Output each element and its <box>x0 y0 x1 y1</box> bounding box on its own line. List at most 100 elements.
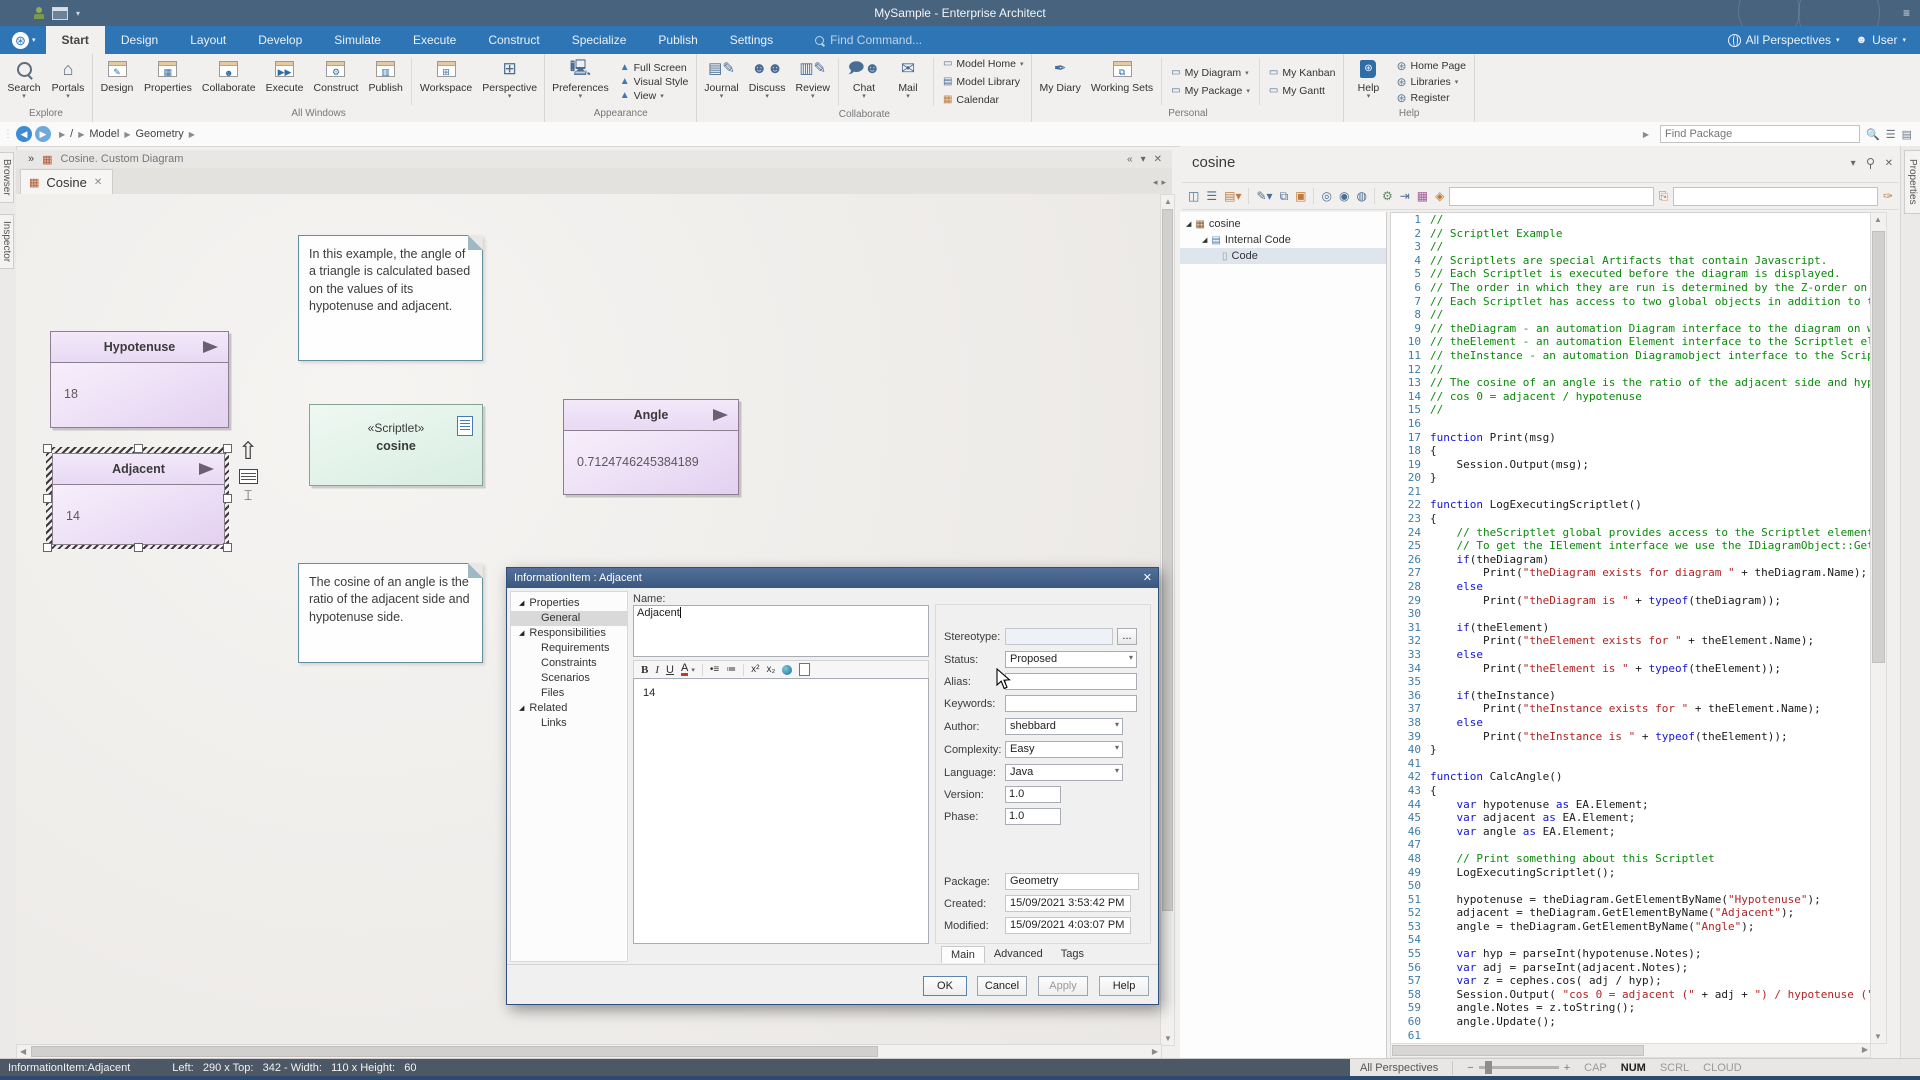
close-icon[interactable]: ✕ <box>1154 154 1162 165</box>
model-library-button[interactable]: ▤ Model Library <box>943 74 1024 90</box>
zoom-in-icon[interactable]: + <box>1564 1062 1570 1074</box>
tab-tags[interactable]: Tags <box>1052 946 1093 963</box>
status-select[interactable]: Proposed <box>1005 651 1137 668</box>
new-script-icon[interactable]: ▤▾ <box>1222 189 1243 203</box>
tree-item-internal-code[interactable]: ◢ ▤ Internal Code <box>1180 232 1386 248</box>
dialog-title-bar[interactable]: InformationItem : Adjacent ✕ <box>507 568 1158 588</box>
stereotype-input[interactable] <box>1005 628 1113 645</box>
back-button[interactable]: ◀ <box>16 126 32 142</box>
nav-properties[interactable]: ◢Properties <box>511 596 627 611</box>
nav-scenarios[interactable]: Scenarios <box>511 671 627 686</box>
script-filter-input[interactable] <box>1673 187 1878 206</box>
breadcrumb-geometry[interactable]: Geometry <box>136 128 184 140</box>
group-view-icon[interactable]: ◫ <box>1186 189 1201 203</box>
collapse-left-icon[interactable]: « <box>1127 154 1133 165</box>
run-script-icon[interactable]: ⚙ <box>1380 189 1395 203</box>
zoom-slider[interactable]: − + <box>1467 1062 1570 1074</box>
expand-triangle-icon[interactable]: ◢ <box>1202 236 1207 244</box>
perspective-button[interactable]: ⊞ Perspective ▾ <box>477 56 542 107</box>
review-button[interactable]: ▥✎ Review ▾ <box>791 56 835 108</box>
view-button[interactable]: ▲ View ▾ <box>620 90 689 102</box>
tab-settings[interactable]: Settings <box>714 26 789 54</box>
discuss-button[interactable]: ☻☻ Discuss ▾ <box>744 56 791 108</box>
close-icon[interactable]: ✕ <box>1143 571 1152 584</box>
zoom-icon[interactable]: ◍ <box>1354 189 1368 203</box>
tab-cosine-diagram[interactable]: ▦ Cosine ✕ <box>20 169 113 194</box>
copy-icon[interactable]: ⧉ <box>1278 189 1291 204</box>
tab-design[interactable]: Design <box>105 26 174 54</box>
nav-responsibilities[interactable]: ◢Responsibilities <box>511 626 627 641</box>
superscript-button[interactable]: x² <box>751 664 759 675</box>
hyperlink-globe-button[interactable] <box>782 665 792 675</box>
perspectives-selector[interactable]: All Perspectives ▾ <box>1728 33 1840 47</box>
step-icon[interactable]: ⇥ <box>1398 189 1412 203</box>
element-scriptlet-cosine[interactable]: «Scriptlet» cosine <box>309 404 483 486</box>
tab-construct[interactable]: Construct <box>472 26 555 54</box>
hamburger-menu-icon[interactable]: ☰ <box>1886 128 1896 141</box>
tab-inspector[interactable]: Inspector <box>0 214 14 269</box>
expand-triangle-icon[interactable]: ◢ <box>1186 220 1191 228</box>
nav-constraints[interactable]: Constraints <box>511 656 627 671</box>
code-editor[interactable]: 1//2// Scriptlet Example3//4// Scriptlet… <box>1390 212 1871 1044</box>
tab-start[interactable]: Start <box>46 26 105 54</box>
help-button[interactable]: Help <box>1099 976 1149 996</box>
complexity-select[interactable]: Easy <box>1005 741 1123 758</box>
working-sets-button[interactable]: ⧉ Working Sets <box>1086 56 1158 107</box>
find-package-input[interactable] <box>1660 125 1860 143</box>
keywords-input[interactable] <box>1005 695 1137 712</box>
canvas-horizontal-scrollbar[interactable]: ◀ ▶ <box>16 1044 1162 1059</box>
find-in-files-icon[interactable]: ◉ <box>1337 189 1351 203</box>
portals-button[interactable]: ⌂ Portals ▾ <box>46 56 90 107</box>
tab-properties[interactable]: Properties <box>1904 150 1920 214</box>
alias-input[interactable] <box>1005 673 1137 690</box>
grid-icon[interactable]: ▦ <box>1415 189 1430 203</box>
note-element-cosine[interactable]: The cosine of an angle is the ratio of t… <box>298 563 483 663</box>
construct-window-button[interactable]: ⚙ Construct <box>309 56 364 107</box>
zoom-out-icon[interactable]: − <box>1467 1062 1473 1074</box>
close-icon[interactable]: ✕ <box>94 177 102 188</box>
tab-simulate[interactable]: Simulate <box>318 26 397 54</box>
journal-button[interactable]: ▤✎ Journal ▾ <box>699 56 743 108</box>
chat-button[interactable]: 🗩☻ Chat ▾ <box>842 56 886 108</box>
ok-button[interactable]: OK <box>923 976 967 996</box>
language-select[interactable]: Java <box>1005 764 1123 781</box>
code-vertical-scrollbar[interactable]: ▲ ▼ <box>1870 212 1887 1044</box>
tab-main[interactable]: Main <box>941 946 985 963</box>
chevron-down-icon[interactable]: ▾ <box>1851 158 1856 169</box>
tree-item-code[interactable]: ▯ Code <box>1180 248 1386 264</box>
script-search-input[interactable] <box>1449 187 1654 206</box>
user-avatar-icon[interactable] <box>34 7 44 19</box>
bullet-list-button[interactable]: •≡ <box>710 664 719 675</box>
publish-window-button[interactable]: ▥ Publish <box>363 56 407 107</box>
chevron-down-icon[interactable]: ▾ <box>1141 154 1146 165</box>
tab-develop[interactable]: Develop <box>242 26 318 54</box>
forward-button[interactable]: ▶ <box>35 126 51 142</box>
tab-execute[interactable]: Execute <box>397 26 472 54</box>
tab-publish[interactable]: Publish <box>642 26 713 54</box>
phase-input[interactable]: 1.0 <box>1005 808 1061 825</box>
notes-input[interactable]: 14 <box>633 678 929 944</box>
home-page-button[interactable]: ⊛ Home Page <box>1396 59 1466 73</box>
font-color-button[interactable]: A <box>681 664 688 676</box>
quicklink-arrow-icon[interactable]: ⇧ <box>238 440 258 464</box>
numbered-list-button[interactable]: ≔ <box>726 664 736 675</box>
element-angle[interactable]: Angle 0.7124746245384189 <box>563 399 739 495</box>
bold-button[interactable]: B <box>641 664 648 676</box>
help-button[interactable]: ⊛ Help ▾ <box>1346 56 1390 107</box>
close-icon[interactable]: ✕ <box>1885 158 1893 169</box>
pin-icon[interactable] <box>1866 158 1875 169</box>
insert-element-icon[interactable]: ⌶ <box>244 489 252 501</box>
panel-options-icon[interactable]: ▤ <box>1902 128 1912 141</box>
my-kanban-button[interactable]: ▭ My Kanban <box>1269 65 1336 81</box>
properties-window-button[interactable]: ▦ Properties <box>139 56 197 107</box>
version-input[interactable]: 1.0 <box>1005 786 1061 803</box>
tree-item-cosine[interactable]: ◢ ▦ cosine <box>1180 216 1386 232</box>
window-layout-icon[interactable] <box>52 7 68 20</box>
underline-button[interactable]: U <box>666 664 674 676</box>
author-select[interactable]: shebbard <box>1005 718 1123 735</box>
filter-icon[interactable]: ⎘ <box>1657 189 1671 204</box>
apply-button[interactable]: Apply <box>1038 976 1088 996</box>
cancel-button[interactable]: Cancel <box>977 976 1027 996</box>
note-element-example[interactable]: In this example, the angle of a triangle… <box>298 235 483 361</box>
quill-icon[interactable]: ✑ <box>1881 189 1895 203</box>
